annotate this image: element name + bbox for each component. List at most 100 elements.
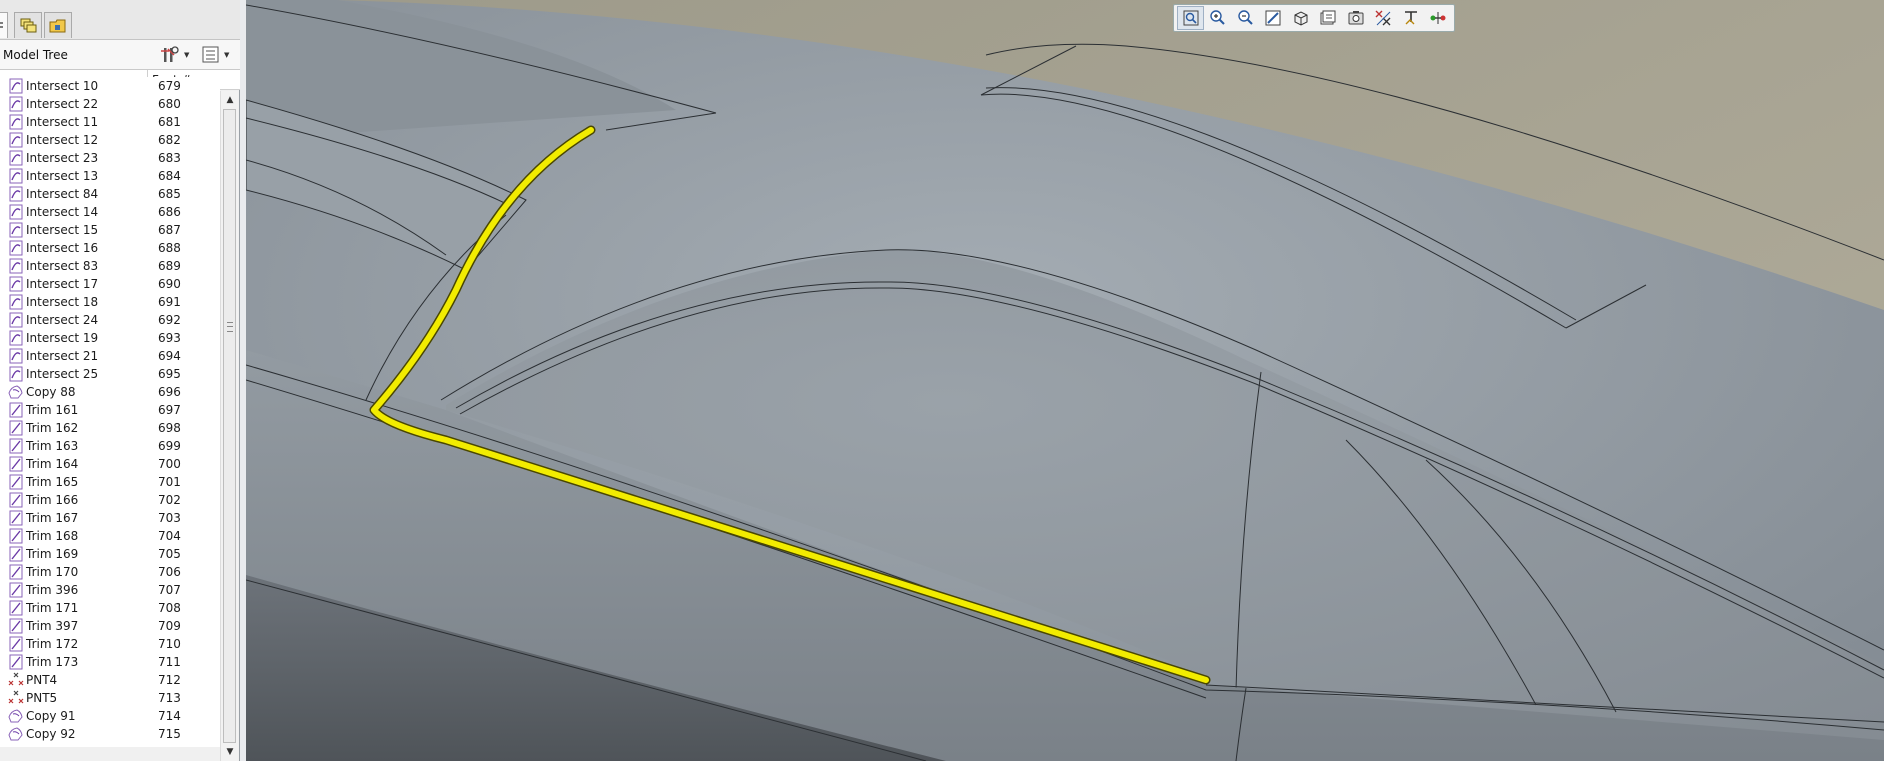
tab-layers[interactable]	[14, 12, 42, 38]
datum-point-icon	[8, 672, 24, 688]
zoom-in-button[interactable]	[1205, 6, 1232, 30]
tree-row[interactable]: Trim 168 704	[0, 527, 220, 545]
trim-icon	[8, 564, 24, 580]
view-manager-icon	[1347, 9, 1365, 27]
feature-name: Intersect 24	[26, 313, 99, 327]
tree-row[interactable]: Intersect 15 687	[0, 221, 220, 239]
tab-folder-browser[interactable]	[44, 12, 72, 38]
refit-button[interactable]	[1177, 6, 1204, 30]
tab-model-tree[interactable]	[0, 12, 8, 38]
tree-scrollbar[interactable]: ▲ ▼	[220, 91, 238, 761]
tree-row[interactable]: Copy 92 715	[0, 725, 220, 743]
tree-columns-icon	[202, 46, 219, 63]
tree-row[interactable]: Intersect 19 693	[0, 329, 220, 347]
tree-row[interactable]: Intersect 84 685	[0, 185, 220, 203]
tree-row[interactable]: Intersect 12 682	[0, 131, 220, 149]
datum-display-button[interactable]	[1370, 6, 1397, 30]
tree-row[interactable]: PNT4 712	[0, 671, 220, 689]
view-manager-button[interactable]	[1342, 6, 1369, 30]
feature-number: 680	[158, 97, 181, 111]
tree-row[interactable]: Intersect 10 679	[0, 77, 220, 95]
tree-row[interactable]: Copy 88 696	[0, 383, 220, 401]
tree-row[interactable]: Intersect 23 683	[0, 149, 220, 167]
trim-icon	[8, 402, 24, 418]
trim-icon	[8, 546, 24, 562]
trim-icon	[8, 618, 24, 634]
feature-name: Intersect 83	[26, 259, 99, 273]
tree-row[interactable]: Trim 166 702	[0, 491, 220, 509]
feature-name: Intersect 14	[26, 205, 99, 219]
tree-row[interactable]: Trim 162 698	[0, 419, 220, 437]
feature-number: 704	[158, 529, 181, 543]
feature-name: Intersect 22	[26, 97, 99, 111]
feature-number: 692	[158, 313, 181, 327]
navigator-tabs	[0, 0, 240, 40]
tree-row[interactable]: Intersect 21 694	[0, 347, 220, 365]
scroll-up-button[interactable]: ▲	[221, 91, 239, 109]
tree-row[interactable]: Intersect 18 691	[0, 293, 220, 311]
graphics-viewport[interactable]	[246, 0, 1884, 761]
tree-row[interactable]: Intersect 83 689	[0, 257, 220, 275]
tree-row[interactable]: Copy 91 714	[0, 707, 220, 725]
tree-row[interactable]: Trim 397 709	[0, 617, 220, 635]
tree-row[interactable]: Trim 173 711	[0, 653, 220, 671]
annotation-display-icon	[1402, 9, 1420, 27]
feature-name: Intersect 15	[26, 223, 99, 237]
feature-name: Intersect 11	[26, 115, 99, 129]
tree-row[interactable]: PNT5 713	[0, 689, 220, 707]
tree-row[interactable]: Trim 163 699	[0, 437, 220, 455]
tree-row[interactable]: Intersect 24 692	[0, 311, 220, 329]
scroll-down-button[interactable]: ▼	[221, 743, 239, 761]
tree-row[interactable]: Trim 396 707	[0, 581, 220, 599]
repaint-icon	[1264, 9, 1282, 27]
tree-row[interactable]: Intersect 17 690	[0, 275, 220, 293]
repaint-button[interactable]	[1260, 6, 1287, 30]
copy-icon	[8, 708, 24, 724]
feature-name: Intersect 21	[26, 349, 99, 363]
saved-views-button[interactable]	[1315, 6, 1342, 30]
trim-icon	[8, 654, 24, 670]
display-style-icon	[1292, 9, 1310, 27]
feature-name: Trim 396	[26, 583, 79, 597]
annotation-display-button[interactable]	[1397, 6, 1424, 30]
feature-number: 689	[158, 259, 181, 273]
tree-row[interactable]: Trim 167 703	[0, 509, 220, 527]
intersect-icon	[8, 78, 24, 94]
saved-views-icon	[1319, 9, 1337, 27]
tree-row[interactable]: Trim 172 710	[0, 635, 220, 653]
zoom-out-button[interactable]	[1232, 6, 1259, 30]
tree-row[interactable]: Trim 170 706	[0, 563, 220, 581]
spin-center-button[interactable]	[1425, 6, 1452, 30]
tree-row[interactable]: Trim 169 705	[0, 545, 220, 563]
tree-settings-icon	[161, 46, 179, 62]
display-style-button[interactable]	[1287, 6, 1314, 30]
intersect-icon	[8, 312, 24, 328]
tree-row[interactable]: Intersect 14 686	[0, 203, 220, 221]
tree-row[interactable]: Intersect 22 680	[0, 95, 220, 113]
intersect-icon	[8, 240, 24, 256]
intersect-icon	[8, 276, 24, 292]
feature-number: 703	[158, 511, 181, 525]
feature-name: Trim 165	[26, 475, 79, 489]
tree-row[interactable]: Trim 171 708	[0, 599, 220, 617]
copy-icon	[8, 726, 24, 742]
tree-row[interactable]: Trim 164 700	[0, 455, 220, 473]
feature-number: 687	[158, 223, 181, 237]
tree-row[interactable]: Trim 161 697	[0, 401, 220, 419]
feature-name: Trim 167	[26, 511, 79, 525]
grip-icon	[227, 322, 233, 332]
intersect-icon	[8, 366, 24, 382]
tree-row[interactable]: Intersect 13 684	[0, 167, 220, 185]
layers-tab-icon	[20, 18, 37, 32]
tree-columns-button[interactable]: ▼	[202, 44, 229, 66]
tree-row[interactable]: Intersect 25 695	[0, 365, 220, 383]
datum-point-icon	[8, 690, 24, 706]
tree-settings-button[interactable]: ▼	[160, 44, 189, 66]
tree-row[interactable]: Intersect 16 688	[0, 239, 220, 257]
feature-name: Intersect 19	[26, 331, 99, 345]
feature-name: Intersect 17	[26, 277, 99, 291]
feature-number: 713	[158, 691, 181, 705]
tree-row[interactable]: Intersect 11 681	[0, 113, 220, 131]
tree-row[interactable]: Trim 165 701	[0, 473, 220, 491]
scroll-thumb[interactable]	[223, 109, 236, 743]
